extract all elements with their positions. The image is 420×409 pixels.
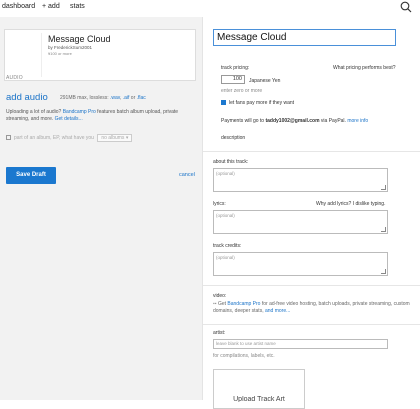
artist-input[interactable]: leave blank to use artist name: [213, 339, 388, 349]
album-part-checkbox[interactable]: [6, 135, 11, 141]
cancel-link[interactable]: cancel: [179, 172, 195, 178]
preview-title: Message Cloud: [48, 34, 111, 44]
save-draft-button[interactable]: Save Draft: [6, 167, 56, 184]
album-part-label: part of an album, EP, what have you: [14, 135, 94, 141]
track-preview-card: Message Cloud by FrederickSum2001 ¥100 o…: [4, 29, 196, 81]
artist-label: artist:: [213, 330, 226, 336]
video-bandcamp-pro-link[interactable]: Bandcamp Pro: [227, 301, 260, 307]
let-fans-pay-row: let fans pay more if they want: [221, 100, 294, 106]
format-aif-link[interactable]: .aif: [123, 95, 130, 101]
artist-hint: for compilations, labels, etc.: [213, 353, 275, 359]
formats-or: or: [130, 95, 136, 101]
right-panel: Message Cloud track pricing: What pricin…: [202, 17, 420, 409]
payments-note: Payments will go to taddy1002@gmail.com …: [221, 118, 368, 124]
about-track-textarea[interactable]: (optional): [213, 168, 388, 192]
bandcamp-pro-link[interactable]: Bandcamp Pro: [63, 109, 96, 115]
video-note: ▪▪ Get Bandcamp Pro for ad-free video ho…: [213, 301, 413, 315]
add-audio-link[interactable]: add audio: [6, 92, 48, 103]
album-select[interactable]: no albums ▾: [97, 134, 133, 142]
price-input[interactable]: 100: [221, 75, 245, 84]
left-panel: Message Cloud by FrederickSum2001 ¥100 o…: [0, 17, 202, 400]
track-title-input[interactable]: Message Cloud: [213, 29, 396, 46]
payments-email: taddy1002@gmail.com: [265, 118, 320, 124]
divider: [203, 324, 420, 325]
lyrics-placeholder: (optional): [216, 213, 235, 218]
nav-add[interactable]: + add: [42, 3, 60, 10]
top-nav: dashboard + add stats: [0, 0, 420, 15]
about-placeholder: (optional): [216, 171, 235, 176]
track-art-placeholder: [9, 33, 42, 77]
track-art-upload[interactable]: Upload Track Art: [213, 369, 305, 409]
format-wav-link[interactable]: .wav: [110, 95, 120, 101]
formats-text: 291MB max, lossless:: [60, 95, 109, 101]
more-info-link[interactable]: more info: [347, 118, 368, 124]
price-hint: enter zero or more: [221, 88, 263, 94]
currency-link[interactable]: Japanese Yen: [249, 78, 280, 84]
nav-stats[interactable]: stats: [70, 3, 85, 10]
resize-handle[interactable]: [381, 227, 386, 232]
divider: [203, 285, 420, 286]
bulk-note-text: Uploading a lot of audio?: [6, 109, 63, 115]
description-link[interactable]: description: [221, 135, 245, 141]
video-text: Get: [217, 301, 228, 307]
get-details-link[interactable]: Get details...: [55, 116, 83, 122]
what-pricing-link[interactable]: What pricing performs best?: [333, 65, 396, 71]
divider: [203, 151, 420, 152]
resize-handle[interactable]: [381, 185, 386, 190]
preview-artist: by FrederickSum2001: [48, 45, 93, 50]
lyrics-textarea[interactable]: (optional): [213, 210, 388, 234]
payments-text-2: via PayPal.: [319, 118, 346, 124]
album-part-row: part of an album, EP, what have you no a…: [6, 134, 133, 142]
film-icon: ▪▪: [213, 301, 217, 307]
search-icon[interactable]: [400, 1, 412, 13]
track-credits-textarea[interactable]: (optional): [213, 252, 388, 276]
album-select-value: no albums: [101, 135, 125, 141]
let-fans-pay-checkbox[interactable]: [221, 100, 226, 106]
track-pricing-label: track pricing:: [221, 65, 250, 71]
upload-track-art-label: Upload Track Art: [233, 396, 285, 402]
track-credits-label: track credits:: [213, 243, 242, 249]
preview-price: ¥100 or more: [48, 51, 72, 56]
format-flac-link[interactable]: .flac: [137, 95, 146, 101]
payments-text: Payments will go to: [221, 118, 266, 124]
credits-placeholder: (optional): [216, 255, 235, 260]
audio-section-label: AUDIO: [6, 75, 23, 81]
video-more-link[interactable]: and more...: [265, 308, 290, 314]
about-track-label: about this track:: [213, 159, 249, 165]
resize-handle[interactable]: [381, 269, 386, 274]
let-fans-pay-label: let fans pay more if they want: [229, 100, 295, 106]
video-label: video:: [213, 293, 227, 299]
bulk-upload-note: Uploading a lot of audio? Bandcamp Pro f…: [6, 109, 194, 123]
audio-formats: 291MB max, lossless: .wav, .aif or .flac: [60, 95, 146, 101]
lyrics-label: lyrics:: [213, 201, 226, 207]
why-lyrics-link[interactable]: Why add lyrics? I dislike typing.: [316, 201, 385, 207]
nav-dashboard[interactable]: dashboard: [2, 3, 35, 10]
artist-placeholder: leave blank to use artist name: [216, 341, 276, 346]
